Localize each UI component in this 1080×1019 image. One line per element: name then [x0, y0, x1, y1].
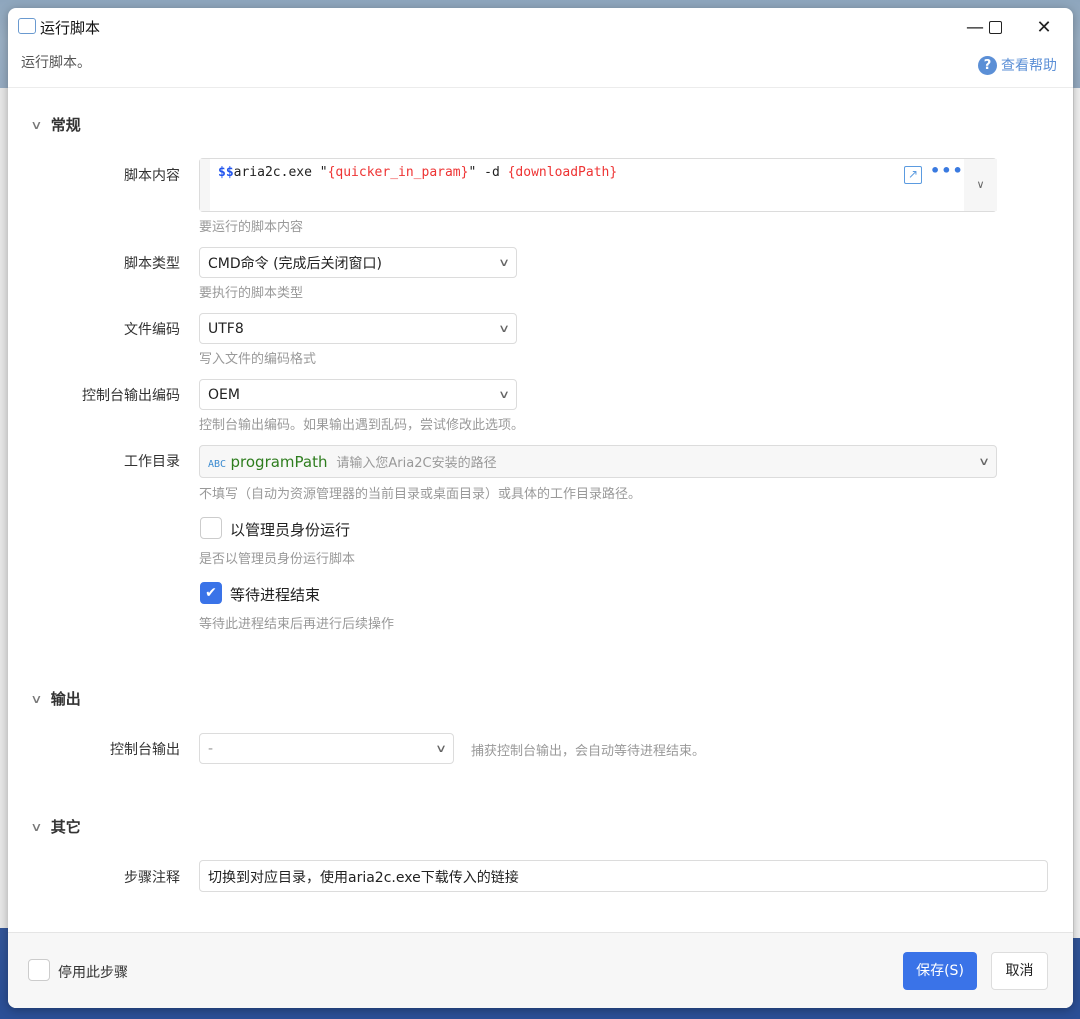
section-title: 其它 — [50, 818, 81, 836]
more-options-icon[interactable]: ••• — [930, 161, 964, 180]
help-icon: ? — [978, 55, 997, 75]
header-divider — [8, 87, 1073, 88]
script-type-select[interactable]: CMD命令 (完成后关闭窗口) ∨ — [199, 247, 517, 278]
chevron-down-icon: ∨ — [30, 691, 43, 706]
editor-gutter — [200, 159, 210, 211]
dialog-footer: 停用此步骤 保存(S) 取消 — [8, 932, 1073, 1008]
dialog-description: 运行脚本。 — [21, 55, 91, 71]
script-label: 脚本内容 — [124, 168, 180, 184]
script-prefix: $$ — [218, 165, 234, 180]
workdir-hint: 不填写（自动为资源管理器的当前目录或桌面目录）或具体的工作目录路径。 — [199, 487, 642, 502]
script-hint: 要运行的脚本内容 — [199, 220, 304, 235]
section-general[interactable]: ∨ 常规 — [30, 114, 81, 135]
run-script-dialog: 运行脚本 — ✕ 运行脚本。 ? 查看帮助 ∨ 常规 脚本内容 $$aria2c.e… — [8, 8, 1073, 1008]
workdir-select[interactable]: ABC programPath 请输入您Aria2C安装的路径 ∨ — [199, 445, 997, 478]
expand-editor-icon[interactable]: ↗ — [904, 166, 922, 184]
help-label: 查看帮助 — [1001, 58, 1057, 74]
chevron-down-icon: ∨ — [30, 117, 43, 132]
section-output[interactable]: ∨ 输出 — [30, 688, 81, 709]
selected-value: OEM — [208, 386, 240, 403]
console-encoding-label: 控制台输出编码 — [82, 388, 180, 404]
file-encoding-label: 文件编码 — [124, 322, 180, 338]
file-encoding-select[interactable]: UTF8 ∨ — [199, 313, 517, 344]
file-encoding-hint: 写入文件的编码格式 — [199, 352, 317, 367]
background-app-right — [1073, 88, 1080, 938]
run-as-admin-hint: 是否以管理员身份运行脚本 — [199, 552, 356, 567]
script-type-label: 脚本类型 — [124, 256, 180, 272]
script-command: aria2c.exe " — [233, 165, 328, 180]
wait-exit-checkbox[interactable]: ✔ — [200, 582, 222, 604]
chevron-down-icon: ∨ — [497, 388, 511, 401]
wait-exit-hint: 等待此进程结束后再进行后续操作 — [199, 617, 395, 632]
variable-description: 请输入您Aria2C安装的路径 — [336, 456, 497, 471]
text-type-icon: ABC — [208, 459, 227, 470]
save-button[interactable]: 保存(S) — [903, 952, 977, 990]
chevron-down-icon: ∨ — [497, 322, 511, 335]
console-output-select[interactable]: - ∨ — [199, 733, 454, 764]
help-link[interactable]: ? 查看帮助 — [978, 55, 1057, 75]
maximize-button[interactable] — [966, 14, 1006, 42]
selected-value: - — [208, 740, 214, 757]
background-app-left — [0, 88, 8, 928]
run-as-admin-label: 以管理员身份运行 — [230, 521, 351, 539]
workdir-label: 工作目录 — [124, 454, 180, 470]
selected-value: CMD命令 (完成后关闭窗口) — [208, 255, 383, 272]
script-param: {downloadPath} — [507, 165, 618, 180]
section-title: 输出 — [50, 690, 81, 708]
chevron-down-icon: ∨ — [977, 455, 991, 468]
chevron-down-icon[interactable]: ∨ — [964, 159, 997, 211]
script-editor[interactable]: $$aria2c.exe "{quicker_in_param}" -d {do… — [199, 158, 997, 212]
run-as-admin-checkbox[interactable] — [200, 517, 222, 539]
cancel-button[interactable]: 取消 — [991, 952, 1048, 990]
step-note-input[interactable]: 切换到对应目录，使用aria2c.exe下载传入的链接 — [199, 860, 1048, 892]
window-title: 运行脚本 — [40, 19, 101, 37]
chevron-down-icon: ∨ — [30, 819, 43, 834]
step-note-label: 步骤注释 — [124, 870, 180, 886]
script-args: " -d — [468, 165, 508, 180]
script-type-hint: 要执行的脚本类型 — [199, 286, 304, 301]
console-encoding-select[interactable]: OEM ∨ — [199, 379, 517, 410]
selected-value: UTF8 — [208, 320, 244, 337]
console-output-hint: 捕获控制台输出，会自动等待进程结束。 — [471, 744, 706, 759]
variable-name: programPath — [230, 453, 328, 471]
script-icon — [18, 18, 36, 34]
wait-exit-label: 等待进程结束 — [230, 586, 321, 604]
console-encoding-hint: 控制台输出编码。如果输出遇到乱码，尝试修改此选项。 — [199, 418, 525, 433]
section-other[interactable]: ∨ 其它 — [30, 816, 81, 837]
script-param: {quicker_in_param} — [327, 165, 469, 180]
section-title: 常规 — [50, 116, 81, 134]
disable-step-checkbox[interactable] — [28, 959, 50, 981]
disable-step-label: 停用此步骤 — [58, 965, 128, 981]
console-output-label: 控制台输出 — [110, 742, 180, 758]
chevron-down-icon: ∨ — [434, 742, 448, 755]
chevron-down-icon: ∨ — [497, 256, 511, 269]
checkmark-icon: ✔ — [205, 585, 217, 601]
close-button[interactable]: ✕ — [1024, 14, 1064, 42]
